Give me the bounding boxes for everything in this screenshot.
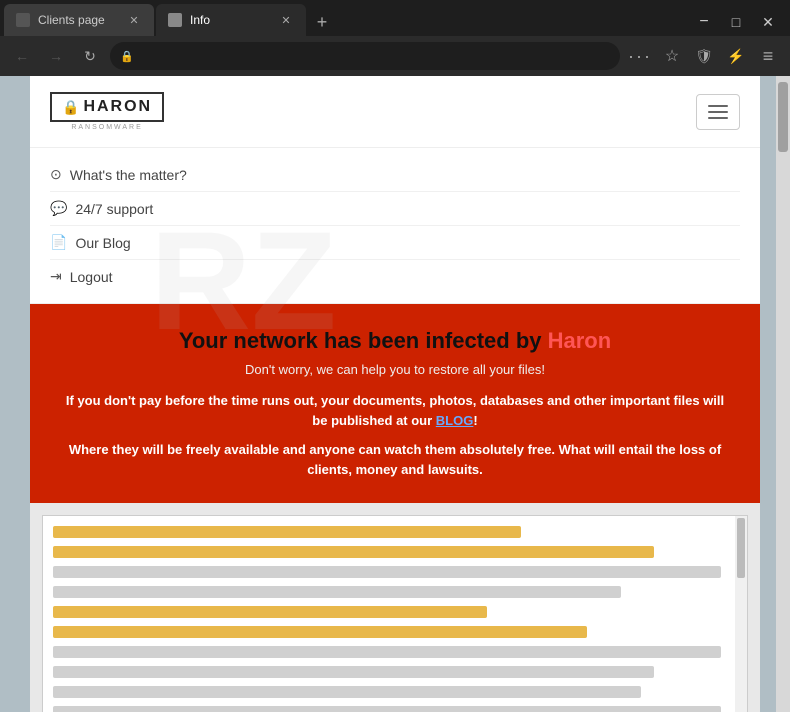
hamburger-menu[interactable] (696, 94, 740, 130)
text-line (53, 606, 487, 618)
lock-icon: 🔒 (120, 50, 132, 62)
text-scrollbar[interactable] (735, 516, 747, 712)
tab-close-info[interactable]: ✕ (278, 12, 294, 28)
banner-title-plain: Your network has been infected by (179, 328, 548, 353)
tab-title-info: Info (190, 13, 270, 27)
bookmark-button[interactable]: ☆ (658, 42, 686, 70)
page-content[interactable]: RZ 🔒 HARON RANSOMWARE (30, 76, 760, 712)
tab-favicon-info (168, 13, 182, 27)
nav-whats-the-matter[interactable]: ⊙ What's the matter? (50, 158, 740, 192)
banner-brand: Haron (548, 328, 612, 353)
text-line (53, 686, 641, 698)
logout-icon: ⇥ (50, 268, 62, 285)
tab-clients-page[interactable]: Clients page ✕ (4, 4, 154, 36)
new-tab-button[interactable]: + (308, 8, 336, 36)
nav-logout[interactable]: ⇥ Logout (50, 260, 740, 293)
text-line (53, 566, 721, 578)
maximize-button[interactable]: □ (722, 8, 750, 36)
banner-warning: If you don't pay before the time runs ou… (60, 391, 730, 430)
back-button[interactable]: ← (8, 42, 36, 70)
nav-247-support[interactable]: 💬 24/7 support (50, 192, 740, 226)
extensions-button[interactable]: ⚡ (722, 42, 750, 70)
logo-icon: 🔒 (62, 99, 79, 116)
close-button[interactable]: ✕ (754, 8, 782, 36)
browser-window: Clients page ✕ Info ✕ + − □ ✕ ← → ↻ 🔒 ··… (0, 0, 790, 712)
question-icon: ⊙ (50, 166, 62, 183)
logo-box: 🔒 HARON (50, 92, 164, 122)
nav-bar: ← → ↻ 🔒 ··· ☆ 🛡 ⚡ ≡ (0, 36, 790, 76)
forward-button[interactable]: → (42, 42, 70, 70)
content-area (30, 503, 760, 712)
hamburger-line-1 (708, 105, 728, 107)
banner-title: Your network has been infected by Haron (60, 328, 730, 354)
refresh-button[interactable]: ↻ (76, 42, 104, 70)
text-box[interactable] (42, 515, 748, 712)
text-line (53, 626, 587, 638)
blog-icon: 📄 (50, 234, 67, 251)
nav-whats-matter-label: What's the matter? (70, 167, 187, 183)
logo-text: HARON (83, 98, 152, 116)
hamburger-line-2 (708, 111, 728, 113)
banner-warning-text: If you don't pay before the time runs ou… (66, 393, 724, 428)
banner-consequence: Where they will be freely available and … (60, 440, 730, 479)
text-line (53, 666, 654, 678)
logo-subtitle: RANSOMWARE (71, 124, 142, 131)
banner-warning-end: ! (473, 413, 477, 428)
nav-blog[interactable]: 📄 Our Blog (50, 226, 740, 260)
blog-link[interactable]: BLOG (436, 413, 474, 428)
logo: 🔒 HARON RANSOMWARE (50, 92, 164, 131)
page-wrapper: RZ 🔒 HARON RANSOMWARE (0, 76, 790, 712)
tab-title-clients: Clients page (38, 13, 118, 27)
hamburger-line-3 (708, 117, 728, 119)
text-line (53, 706, 721, 712)
tab-bar: Clients page ✕ Info ✕ + − □ ✕ (0, 0, 790, 36)
tab-favicon (16, 13, 30, 27)
tab-close-clients[interactable]: ✕ (126, 12, 142, 28)
nav-support-label: 24/7 support (75, 201, 153, 217)
text-line (53, 586, 621, 598)
text-line (53, 646, 721, 658)
text-line (53, 526, 521, 538)
nav-right-icons: ··· ☆ 🛡 ⚡ ≡ (626, 42, 782, 70)
nav-logout-label: Logout (70, 269, 113, 285)
menu-button[interactable]: ≡ (754, 42, 782, 70)
site-header: 🔒 HARON RANSOMWARE (30, 76, 760, 148)
nav-menu: ⊙ What's the matter? 💬 24/7 support 📄 Ou… (30, 148, 760, 304)
shield-button[interactable]: 🛡 (690, 42, 718, 70)
main-banner: Your network has been infected by Haron … (30, 304, 760, 503)
address-bar[interactable]: 🔒 (110, 42, 620, 70)
banner-subtitle: Don't worry, we can help you to restore … (60, 362, 730, 377)
nav-blog-label: Our Blog (75, 235, 130, 251)
text-line (53, 546, 654, 558)
chat-icon: 💬 (50, 200, 67, 217)
text-scrollbar-thumb (737, 518, 745, 578)
tab-info[interactable]: Info ✕ (156, 4, 306, 36)
minimize-button[interactable]: − (690, 8, 718, 36)
more-button[interactable]: ··· (626, 42, 654, 70)
